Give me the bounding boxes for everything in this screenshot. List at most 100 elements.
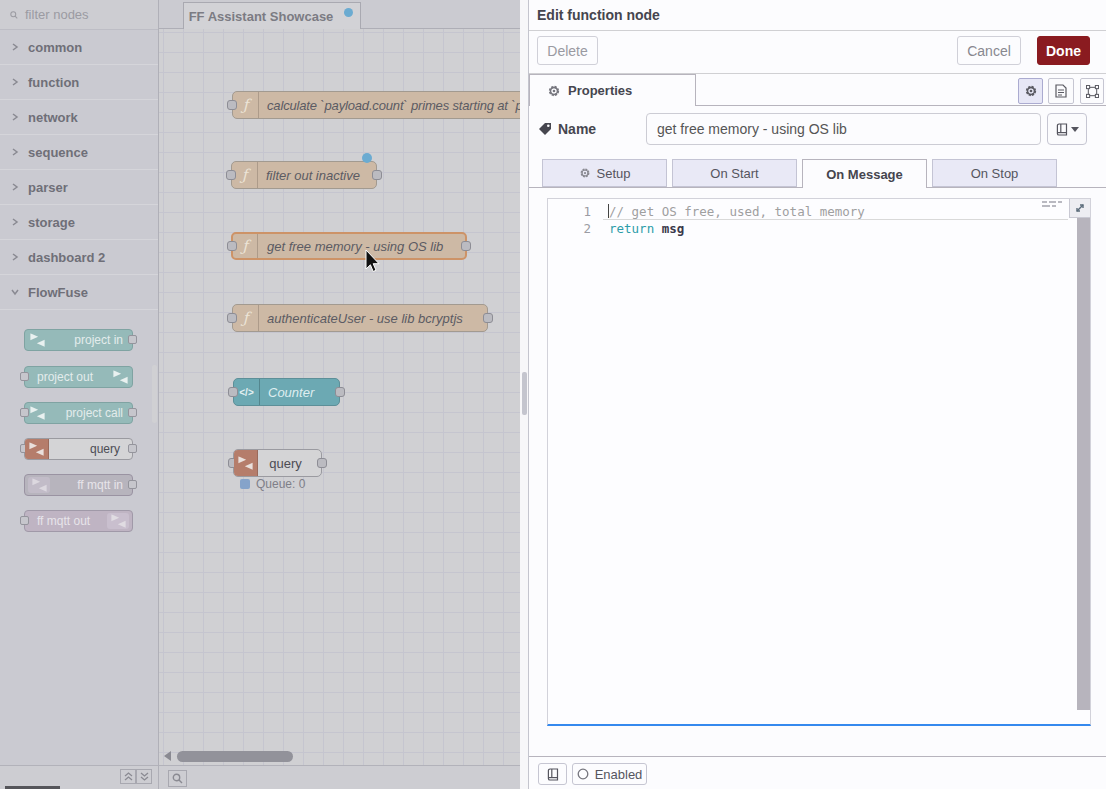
editor-scrollbar[interactable] bbox=[1077, 218, 1090, 710]
tab-setup[interactable]: Setup bbox=[542, 159, 667, 187]
canvas-vscrollbar[interactable] bbox=[520, 0, 528, 789]
library-button[interactable] bbox=[538, 763, 567, 785]
palette-category-parser[interactable]: parser bbox=[0, 170, 158, 205]
tab-on-message[interactable]: On Message bbox=[802, 159, 927, 188]
function-icon: ƒ bbox=[233, 234, 258, 258]
palette-category-storage[interactable]: storage bbox=[0, 205, 158, 240]
palette-category-label: function bbox=[28, 75, 79, 90]
tab-properties[interactable]: Properties bbox=[529, 74, 696, 106]
node-query[interactable]: query bbox=[233, 449, 322, 477]
library-dropdown-button[interactable] bbox=[1047, 113, 1087, 145]
node-filter-out-inactive[interactable]: ƒ filter out inactive bbox=[231, 161, 377, 189]
properties-tab-label: Properties bbox=[568, 83, 632, 98]
hscroll-left-arrow[interactable] bbox=[164, 751, 171, 761]
hscroll-thumb[interactable] bbox=[177, 751, 293, 762]
palette-node-ff-mqtt-in[interactable]: ff mqtt in bbox=[24, 474, 133, 496]
function-icon: ƒ bbox=[233, 92, 259, 118]
editor-expand-button[interactable] bbox=[1069, 199, 1090, 218]
caret-down-icon bbox=[1071, 127, 1079, 132]
book-icon bbox=[547, 768, 559, 781]
output-port[interactable] bbox=[372, 170, 382, 180]
output-port[interactable] bbox=[128, 444, 137, 453]
palette-scrollbar[interactable] bbox=[152, 365, 157, 423]
output-port[interactable] bbox=[335, 387, 345, 397]
minimap-mark bbox=[1049, 201, 1056, 203]
node-counter[interactable]: </> Counter bbox=[233, 378, 340, 406]
output-port[interactable] bbox=[128, 480, 137, 489]
done-button[interactable]: Done bbox=[1037, 36, 1090, 65]
flow-canvas[interactable]: FF Assistant Showcase ƒ calculate `paylo… bbox=[159, 0, 520, 789]
query-icon bbox=[25, 439, 49, 459]
node-authenticate-user[interactable]: ƒ authenticateUser - use lib bcryptjs bbox=[232, 304, 488, 332]
circle-icon bbox=[577, 768, 589, 780]
input-port[interactable] bbox=[20, 372, 29, 381]
palette-category-sequence[interactable]: sequence bbox=[0, 135, 158, 170]
output-port[interactable] bbox=[128, 335, 137, 344]
palette-category-label: parser bbox=[28, 180, 68, 195]
palette-expand-all-button[interactable] bbox=[136, 769, 152, 784]
minimap-mark bbox=[1042, 205, 1050, 207]
tab-on-start[interactable]: On Start bbox=[672, 159, 797, 187]
palette-node-project-in[interactable]: project in bbox=[24, 329, 133, 351]
node-calculate-primes[interactable]: ƒ calculate `payload.count` primes start… bbox=[232, 91, 520, 119]
canvas-footer bbox=[159, 765, 520, 789]
appearance-button[interactable] bbox=[1080, 78, 1104, 104]
minimap-mark bbox=[1052, 205, 1056, 207]
enabled-toggle-button[interactable]: Enabled bbox=[572, 763, 647, 785]
project-split-icon bbox=[108, 367, 132, 387]
palette-category-label: dashboard 2 bbox=[28, 250, 105, 265]
node-get-free-memory[interactable]: ƒ get free memory - using OS lib bbox=[231, 232, 467, 260]
name-input[interactable] bbox=[646, 113, 1041, 145]
palette-collapse-all-button[interactable] bbox=[120, 769, 136, 784]
palette-node-query[interactable]: query bbox=[24, 438, 133, 460]
palette-node-project-call[interactable]: project call bbox=[24, 402, 133, 424]
chevron-right-icon bbox=[11, 78, 19, 86]
code-editor[interactable]: 1 2 // get OS free, used, total memory r… bbox=[547, 198, 1091, 726]
mqtt-icon bbox=[28, 477, 50, 493]
name-form-row: Name bbox=[529, 105, 1106, 159]
output-port[interactable] bbox=[128, 408, 137, 417]
palette-category-label: sequence bbox=[28, 145, 88, 160]
palette-category-network[interactable]: network bbox=[0, 100, 158, 135]
name-label: Name bbox=[538, 113, 596, 145]
workspace-tab[interactable]: FF Assistant Showcase bbox=[183, 2, 361, 29]
palette-category-common[interactable]: common bbox=[0, 30, 158, 65]
delete-button[interactable]: Delete bbox=[537, 36, 598, 65]
palette-node-project-out[interactable]: project out bbox=[24, 366, 133, 388]
palette-category-flowfuse[interactable]: FlowFuse bbox=[0, 275, 158, 310]
canvas-vscrollbar-thumb[interactable] bbox=[522, 372, 527, 415]
minimap-mark bbox=[1058, 201, 1062, 203]
gear-icon bbox=[1024, 84, 1038, 98]
palette-node-ff-mqtt-out[interactable]: ff mqtt out bbox=[24, 510, 133, 532]
palette-category-label: common bbox=[28, 40, 82, 55]
document-icon bbox=[1055, 84, 1067, 98]
properties-tab-row: Properties bbox=[529, 74, 1106, 106]
edit-tray: Edit function node Delete Cancel Done Pr… bbox=[528, 0, 1106, 789]
selection-icon bbox=[1086, 85, 1099, 98]
tray-footer-divider bbox=[529, 756, 1106, 757]
palette-filter-placeholder: filter nodes bbox=[25, 7, 89, 22]
chevron-right-icon bbox=[11, 148, 19, 156]
cancel-button[interactable]: Cancel bbox=[957, 36, 1021, 65]
input-port[interactable] bbox=[20, 516, 29, 525]
chevron-right-icon bbox=[11, 253, 19, 261]
line-number: 2 bbox=[548, 220, 591, 237]
function-tabs: Setup On Start On Message On Stop bbox=[529, 159, 1106, 188]
tab-modified-dot bbox=[344, 8, 353, 17]
canvas-search-button[interactable] bbox=[168, 770, 187, 787]
code-line-1: // get OS free, used, total memory bbox=[609, 203, 865, 220]
tab-on-stop[interactable]: On Stop bbox=[932, 159, 1057, 187]
node-settings-button[interactable] bbox=[1018, 78, 1043, 104]
gear-icon bbox=[547, 84, 561, 98]
output-port[interactable] bbox=[461, 241, 471, 251]
description-button[interactable] bbox=[1048, 78, 1074, 104]
node-status-dot bbox=[240, 479, 250, 489]
palette-category-dashboard2[interactable]: dashboard 2 bbox=[0, 240, 158, 275]
palette-category-function[interactable]: function bbox=[0, 65, 158, 100]
palette-filter-box[interactable]: filter nodes bbox=[0, 0, 158, 30]
output-port[interactable] bbox=[483, 313, 493, 323]
code-icon: </> bbox=[234, 379, 260, 405]
output-port[interactable] bbox=[317, 458, 327, 468]
mqtt-icon bbox=[107, 513, 129, 529]
tray-title: Edit function node bbox=[529, 0, 1106, 31]
